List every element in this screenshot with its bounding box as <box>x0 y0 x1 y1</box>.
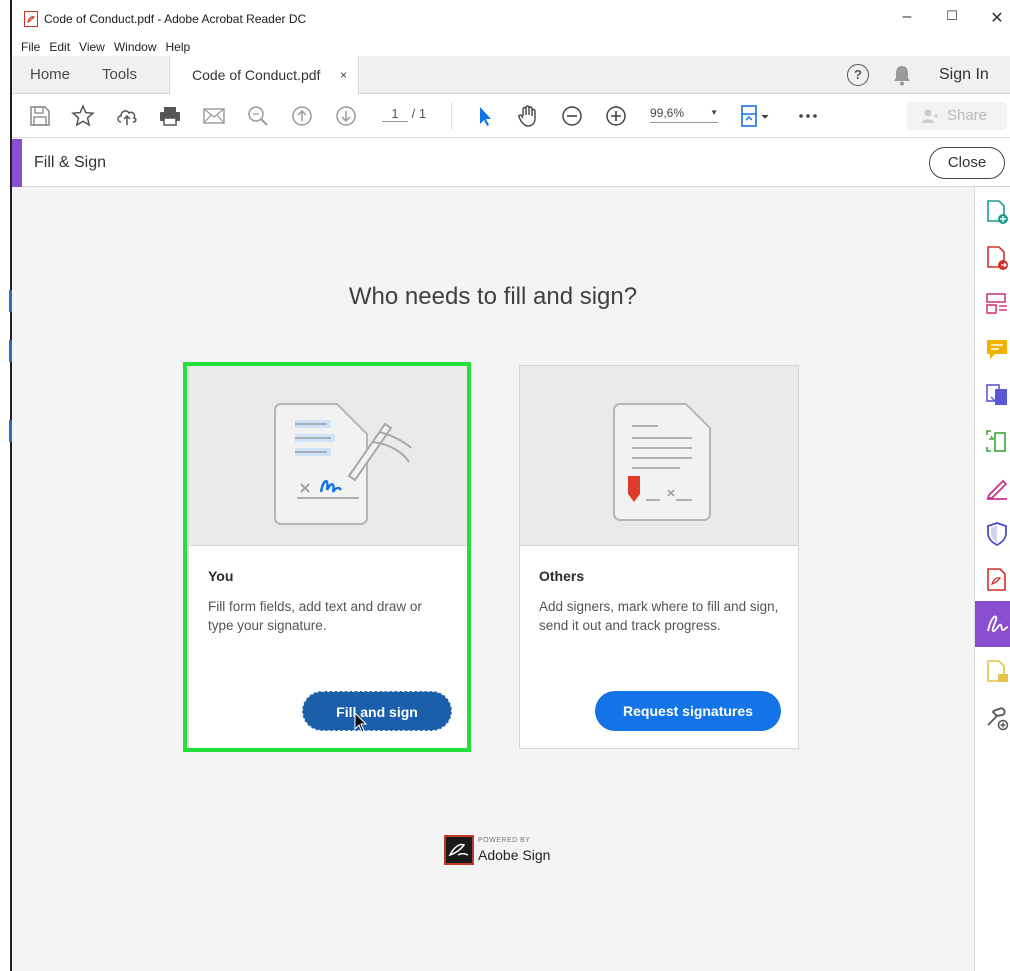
menu-help[interactable]: Help <box>166 40 191 54</box>
notification-bell-icon[interactable] <box>892 64 912 86</box>
document-request-illustration <box>613 403 711 521</box>
send-review-icon[interactable] <box>985 659 1009 685</box>
title-bar: Code of Conduct.pdf - Adobe Acrobat Read… <box>12 0 1010 38</box>
acrobat-app-icon <box>24 11 38 27</box>
zoom-level-select[interactable]: 99,6% ▼ <box>650 106 718 123</box>
share-label: Share <box>947 107 988 124</box>
hand-icon[interactable] <box>516 104 540 128</box>
main-toolbar: 1 / 1 99,6% ▼ Share <box>12 94 1010 138</box>
request-signatures-button[interactable]: Request signatures <box>595 691 781 731</box>
fill-sign-accent-bar <box>12 139 22 187</box>
more-icon[interactable] <box>796 104 820 128</box>
tab-document[interactable]: Code of Conduct.pdf × <box>169 56 359 94</box>
maximize-button[interactable]: ☐ <box>937 8 967 24</box>
tab-bar: Home Tools Code of Conduct.pdf × ? Sign … <box>12 56 1010 94</box>
protect-icon[interactable] <box>985 521 1009 547</box>
toolbar-divider <box>451 102 452 130</box>
share-button[interactable]: Share <box>907 102 1007 130</box>
tab-tools[interactable]: Tools <box>102 56 137 94</box>
organize-pages-icon[interactable] <box>985 291 1009 317</box>
close-tab-icon[interactable]: × <box>340 56 347 94</box>
page-down-icon[interactable] <box>334 104 358 128</box>
tab-home[interactable]: Home <box>30 56 70 94</box>
zoom-in-icon[interactable] <box>604 104 628 128</box>
create-pdf-icon[interactable] <box>985 199 1009 225</box>
mail-icon[interactable] <box>202 104 226 128</box>
page-number-box: 1 / 1 <box>382 106 426 122</box>
mouse-cursor-icon <box>354 712 368 733</box>
fill-sign-icon[interactable] <box>985 611 1009 637</box>
close-tool-button[interactable]: Close <box>929 147 1005 179</box>
page-heading: Who needs to fill and sign? <box>348 283 638 310</box>
window-title: Code of Conduct.pdf - Adobe Acrobat Read… <box>44 12 307 26</box>
sign-in-button[interactable]: Sign In <box>939 56 989 94</box>
page-number-input[interactable]: 1 <box>382 106 408 122</box>
window-edge <box>0 0 12 971</box>
fill-sign-panel: Who needs to fill and sign? You Fill for… <box>12 187 974 971</box>
fill-sign-header: Fill & Sign Close <box>12 139 1010 187</box>
save-icon[interactable] <box>28 104 52 128</box>
menu-window[interactable]: Window <box>114 40 157 54</box>
document-tab-label: Code of Conduct.pdf <box>192 67 321 83</box>
export-pdf-icon[interactable] <box>985 245 1009 271</box>
star-icon[interactable] <box>71 104 95 128</box>
fit-page-icon[interactable] <box>740 104 774 128</box>
combine-files-icon[interactable] <box>985 383 1009 409</box>
right-tools-panel <box>974 187 1010 971</box>
comment-icon[interactable] <box>985 337 1009 363</box>
search-icon[interactable] <box>246 104 270 128</box>
close-window-button[interactable]: ✕ <box>982 8 1010 28</box>
print-icon[interactable] <box>158 104 182 128</box>
more-tools-icon[interactable] <box>985 705 1009 731</box>
menu-bar: File Edit View Window Help <box>12 38 1010 56</box>
pdf-icon[interactable] <box>985 567 1009 593</box>
zoom-out-icon[interactable] <box>560 104 584 128</box>
adobe-sign-brand: Adobe Sign <box>478 847 551 863</box>
scan-icon[interactable] <box>985 429 1009 455</box>
select-arrow-icon[interactable] <box>473 104 497 128</box>
others-card-description: Add signers, mark where to fill and sign… <box>539 599 779 633</box>
powered-by-label: POWERED BY <box>478 837 531 844</box>
menu-file[interactable]: File <box>21 40 40 54</box>
page-up-icon[interactable] <box>290 104 314 128</box>
page-total: / 1 <box>411 106 427 121</box>
zoom-value: 99,6% <box>650 106 685 120</box>
edit-pdf-icon[interactable] <box>985 475 1009 501</box>
others-card-illustration <box>520 366 798 546</box>
chevron-down-icon: ▼ <box>710 108 718 117</box>
menu-view[interactable]: View <box>79 40 105 54</box>
others-card-title: Others <box>539 568 585 584</box>
adobe-sign-logo <box>444 835 474 865</box>
share-person-icon <box>922 109 938 123</box>
menu-edit[interactable]: Edit <box>49 40 70 54</box>
minimize-button[interactable]: – <box>892 8 922 26</box>
fill-sign-title: Fill & Sign <box>34 154 107 171</box>
selection-highlight <box>183 362 471 752</box>
help-icon[interactable]: ? <box>847 64 869 86</box>
others-card[interactable]: Others Add signers, mark where to fill a… <box>519 365 799 749</box>
upload-icon[interactable] <box>115 104 139 128</box>
